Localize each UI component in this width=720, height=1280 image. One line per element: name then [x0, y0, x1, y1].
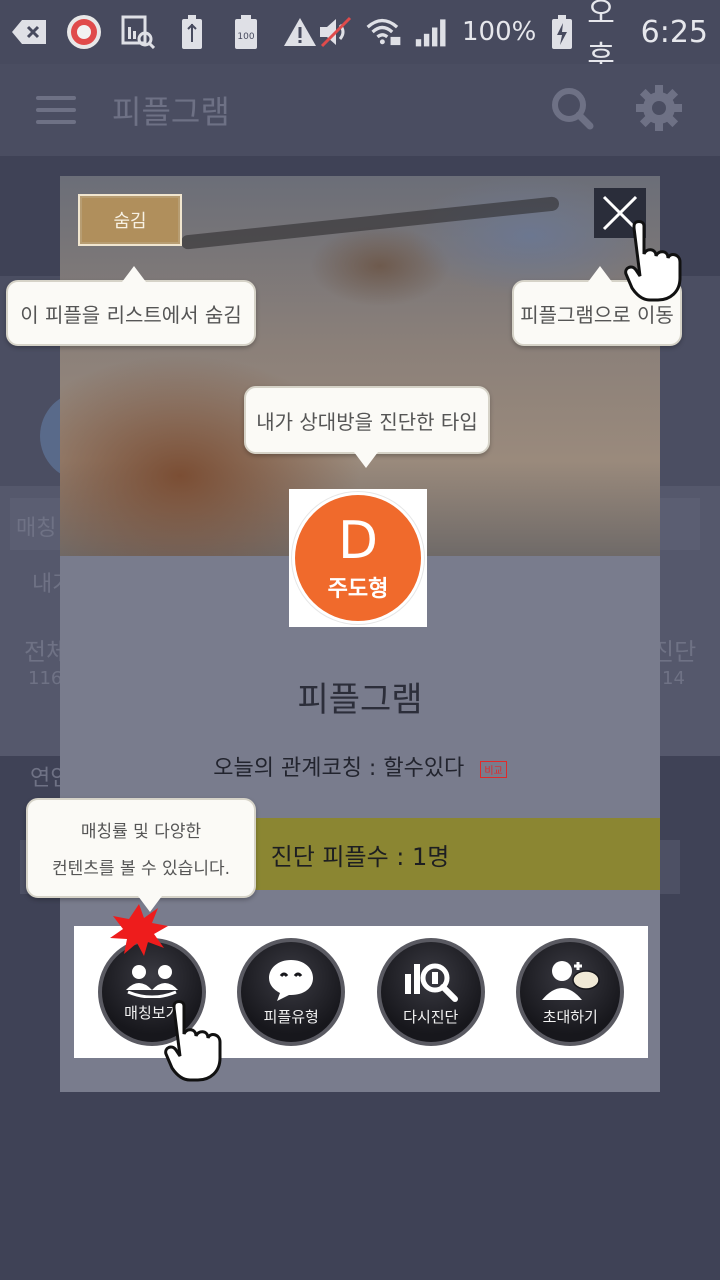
usb-battery-icon: [174, 14, 210, 50]
chart-magnifier-icon: [404, 963, 458, 1002]
tooltip-type: 내가 상대방을 진단한 타입: [244, 386, 490, 468]
coaching-text: 오늘의 관계코칭 : 할수있다: [213, 756, 465, 781]
people-type-button[interactable]: 피플유형: [237, 938, 346, 1046]
battery-100-icon: 100: [228, 14, 264, 50]
status-bar: 100 100% 오후 6:25: [0, 0, 720, 75]
hero-rope-shape: [180, 196, 560, 250]
warning-icon: [282, 14, 318, 50]
battery-charging-icon: [548, 14, 575, 50]
background-search-text: 매칭: [16, 516, 57, 541]
modal-title: 피플그램: [297, 680, 423, 720]
mute-icon: [318, 14, 354, 50]
background-stat-right-value: 14: [662, 668, 685, 689]
settings-gear-icon[interactable]: [634, 83, 684, 137]
rediagnose-button-label: 다시진단: [403, 1007, 459, 1026]
menu-icon[interactable]: [36, 96, 76, 124]
tooltip-type-text: 내가 상대방을 진단한 타입: [256, 409, 478, 434]
hide-button-label: 숨김: [80, 196, 180, 244]
type-avatar-frame: D 주도형: [289, 489, 427, 627]
background-stat-left-value: 116: [28, 668, 63, 689]
matching-people-icon: [125, 964, 178, 998]
tooltip-hide-text: 이 피플을 리스트에서 숨김: [20, 302, 242, 327]
people-type-button-label: 피플유형: [263, 1007, 319, 1026]
signal-icon: [414, 14, 450, 50]
tooltip-matching-line1: 매칭률 및 다양한: [80, 822, 202, 842]
battery-percent: 100%: [462, 17, 537, 47]
record-icon: [66, 14, 102, 50]
status-time: 6:25: [640, 14, 708, 50]
tooltip-goto-text: 피플그램으로 이동: [520, 302, 674, 327]
type-avatar-letter: D: [337, 511, 379, 571]
tooltip-matching: 매칭률 및 다양한 컨텐츠를 볼 수 있습니다.: [26, 798, 256, 912]
back-notification-icon: [12, 14, 48, 50]
svg-text:100: 100: [237, 32, 254, 42]
hide-button[interactable]: 숨김: [78, 194, 182, 246]
diagnosis-count-text: 진단 피플수 : 1명: [270, 842, 450, 871]
tooltip-matching-line2: 컨텐츠를 볼 수 있습니다.: [51, 859, 230, 879]
type-avatar[interactable]: D 주도형: [292, 492, 424, 624]
highlight-burst-icon: [110, 904, 168, 956]
rediagnose-button[interactable]: 다시진단: [376, 938, 485, 1046]
coaching-line: 오늘의 관계코칭 : 할수있다 비교: [60, 750, 660, 782]
search-icon[interactable]: [550, 86, 594, 134]
speech-bubble-smile-icon: [269, 959, 314, 1001]
pointing-hand-close-icon: [624, 220, 682, 302]
app-bar: 피플그램: [0, 64, 720, 156]
invite-button[interactable]: 초대하기: [516, 938, 625, 1046]
coaching-tag: 비교: [480, 760, 507, 778]
app-title: 피플그램: [112, 93, 230, 131]
tooltip-hide: 이 피플을 리스트에서 숨김: [6, 266, 256, 346]
pointing-hand-matching-icon: [164, 1000, 222, 1082]
analytics-icon: [120, 14, 156, 50]
type-avatar-label: 주도형: [327, 577, 389, 602]
person-talk-icon: [542, 960, 600, 1000]
invite-button-label: 초대하기: [542, 1007, 598, 1026]
wifi-lock-icon: [366, 14, 402, 50]
